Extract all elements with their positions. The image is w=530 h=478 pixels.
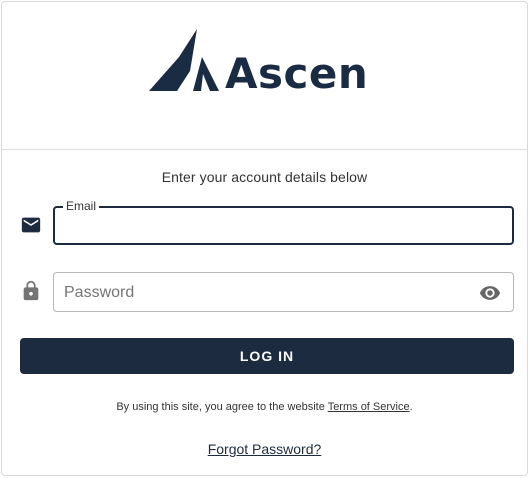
password-input[interactable] <box>64 281 464 305</box>
mail-icon <box>21 217 41 233</box>
eye-icon[interactable] <box>479 282 501 304</box>
terms-prefix: By using this site, you agree to the web… <box>116 401 328 413</box>
forgot-password: Forgot Password? <box>2 441 527 457</box>
lock-icon <box>23 280 39 301</box>
email-label: Email <box>63 199 100 213</box>
brand-name: Ascen <box>225 49 369 98</box>
login-header: Ascen <box>2 2 527 150</box>
login-card: Ascen Enter your account details below E… <box>1 1 528 476</box>
email-input[interactable] <box>65 214 495 238</box>
login-subtitle: Enter your account details below <box>161 169 368 185</box>
forgot-password-link[interactable]: Forgot Password? <box>208 441 322 457</box>
terms-of-service-link[interactable]: Terms of Service <box>328 401 410 413</box>
mountain-logo-icon <box>149 29 219 91</box>
terms-suffix: . <box>409 401 413 413</box>
terms-notice: By using this site, you agree to the web… <box>2 401 527 413</box>
login-button[interactable]: LOG IN <box>20 338 514 374</box>
brand-logo: Ascen <box>149 29 369 98</box>
email-field[interactable]: Email <box>53 199 514 245</box>
password-field[interactable] <box>53 272 514 312</box>
